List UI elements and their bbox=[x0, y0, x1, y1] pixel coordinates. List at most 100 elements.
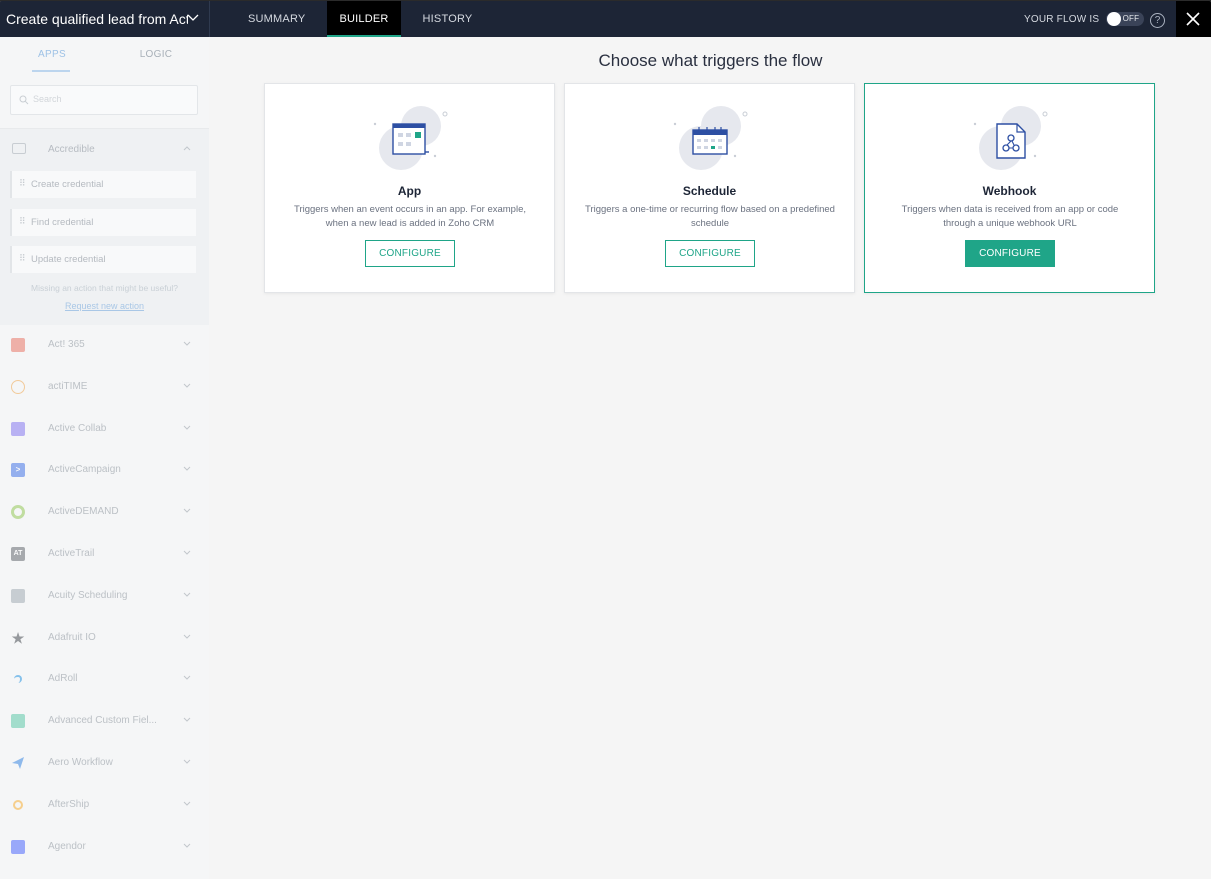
list-item[interactable]: AdRoll bbox=[0, 658, 209, 700]
app-name: Act! 365 bbox=[48, 339, 85, 350]
list-item[interactable]: Act! 365 bbox=[0, 324, 209, 366]
top-bar: Create qualified lead from Act SUMMARY B… bbox=[0, 1, 1211, 37]
list-item[interactable]: ActiveDEMAND bbox=[0, 491, 209, 533]
app-name: Advanced Custom Fiel... bbox=[48, 715, 157, 727]
close-button[interactable] bbox=[1176, 1, 1211, 37]
trigger-card-app[interactable]: App Triggers when an event occurs in an … bbox=[264, 83, 555, 293]
chevron-down-icon bbox=[183, 341, 191, 346]
sidebar: APPS LOGIC Search Accredible ⠿ Create cr… bbox=[0, 37, 209, 879]
card-title: App bbox=[397, 184, 422, 198]
toggle-state: OFF bbox=[1122, 14, 1140, 23]
chevron-down-icon bbox=[183, 508, 191, 513]
trigger-card-schedule[interactable]: Schedule Triggers a one-time or recurrin… bbox=[564, 83, 855, 293]
app-name: ActiveCampaign bbox=[48, 464, 121, 476]
configure-schedule-button[interactable]: CONFIGURE bbox=[665, 240, 755, 267]
request-new-action-link[interactable]: Request new action bbox=[0, 301, 209, 311]
app-name: actiTIME bbox=[48, 380, 88, 392]
app-list: Act! 365 actiTIME Active Collab > Active… bbox=[0, 324, 209, 867]
search-icon bbox=[19, 95, 29, 105]
app-logo-icon bbox=[13, 799, 23, 810]
missing-action-text: Missing an action that might be useful? bbox=[31, 283, 178, 293]
chevron-down-icon bbox=[183, 759, 191, 764]
list-item[interactable]: Advanced Custom Fiel... bbox=[0, 700, 209, 742]
app-logo-icon bbox=[11, 421, 25, 436]
card-title: Schedule bbox=[682, 184, 737, 198]
flow-title: Create qualified lead from Act bbox=[6, 11, 188, 27]
chevron-down-icon bbox=[183, 801, 191, 806]
chevron-up-icon bbox=[183, 146, 191, 151]
search-input[interactable]: Search bbox=[10, 85, 198, 115]
flow-status: YOUR FLOW IS OFF bbox=[1024, 1, 1145, 37]
accredible-logo-icon bbox=[12, 143, 26, 154]
close-icon bbox=[1186, 12, 1200, 26]
configure-webhook-button[interactable]: CONFIGURE bbox=[965, 240, 1055, 267]
configure-app-button[interactable]: CONFIGURE bbox=[365, 240, 455, 267]
action-label: Find credential bbox=[31, 217, 94, 228]
app-header-accredible[interactable]: Accredible bbox=[0, 129, 209, 169]
list-item[interactable]: Agendor bbox=[0, 826, 209, 868]
card-title: Webhook bbox=[982, 184, 1037, 198]
chevron-down-icon bbox=[183, 467, 191, 472]
app-logo-icon bbox=[11, 839, 25, 854]
chevron-down-icon bbox=[183, 425, 191, 430]
list-item[interactable]: > ActiveCampaign bbox=[0, 449, 209, 491]
main-tabs: SUMMARY BUILDER HISTORY bbox=[236, 1, 484, 37]
trigger-card-webhook[interactable]: Webhook Triggers when data is received f… bbox=[864, 83, 1155, 293]
drag-handle-icon[interactable]: ⠿ bbox=[19, 178, 26, 189]
app-window-icon bbox=[373, 106, 448, 170]
card-description: Triggers when data is received from an a… bbox=[901, 204, 1119, 229]
app-name: Adafruit IO bbox=[48, 631, 96, 643]
tab-summary[interactable]: SUMMARY bbox=[236, 1, 317, 37]
card-description: Triggers when an event occurs in an app.… bbox=[294, 204, 526, 229]
app-name: AfterShip bbox=[48, 798, 90, 810]
chevron-down-icon bbox=[183, 550, 191, 555]
app-name: ActiveTrail bbox=[48, 547, 95, 559]
tab-logic[interactable]: LOGIC bbox=[104, 37, 208, 73]
app-name: Aero Workflow bbox=[48, 756, 113, 768]
list-item[interactable]: AT ActiveTrail bbox=[0, 533, 209, 575]
help-icon[interactable]: ? bbox=[1150, 13, 1165, 28]
search-placeholder: Search bbox=[33, 94, 62, 104]
list-item[interactable]: actiTIME bbox=[0, 366, 209, 408]
list-item[interactable]: Active Collab bbox=[0, 408, 209, 450]
app-window: Create qualified lead from Act SUMMARY B… bbox=[0, 1, 1211, 879]
app-logo-icon: > bbox=[11, 463, 25, 478]
tab-apps[interactable]: APPS bbox=[0, 37, 104, 73]
drag-handle-icon[interactable]: ⠿ bbox=[19, 216, 26, 227]
list-item[interactable]: Acuity Scheduling bbox=[0, 575, 209, 617]
paper-plane-icon bbox=[12, 756, 24, 769]
page-title: Choose what triggers the flow bbox=[598, 51, 823, 70]
app-name: ActiveDEMAND bbox=[48, 506, 119, 518]
flow-toggle[interactable]: OFF bbox=[1106, 12, 1145, 26]
app-logo-icon bbox=[11, 505, 25, 520]
app-name: Accredible bbox=[48, 144, 95, 155]
list-item[interactable]: Aero Workflow bbox=[0, 742, 209, 784]
tab-builder[interactable]: BUILDER bbox=[327, 1, 401, 37]
flow-title-dropdown[interactable]: Create qualified lead from Act bbox=[0, 1, 210, 37]
list-item[interactable]: AfterShip bbox=[0, 784, 209, 826]
action-label: Update credential bbox=[31, 254, 106, 265]
webhook-icon bbox=[973, 106, 1048, 170]
flow-status-label: YOUR FLOW IS bbox=[1024, 13, 1100, 25]
chevron-down-icon bbox=[183, 592, 191, 597]
app-logo-icon bbox=[11, 379, 25, 394]
expanded-app-section: Accredible ⠿ Create credential ⠿ Find cr… bbox=[0, 128, 209, 325]
card-description: Triggers a one-time or recurring flow ba… bbox=[585, 204, 835, 229]
tab-history[interactable]: HISTORY bbox=[411, 1, 485, 37]
chevron-down-icon bbox=[183, 383, 191, 388]
app-name: AdRoll bbox=[48, 673, 78, 685]
chevron-down-icon bbox=[183, 676, 191, 681]
action-update-credential[interactable]: ⠿ Update credential bbox=[10, 246, 196, 273]
calendar-icon bbox=[673, 106, 748, 170]
app-name: Acuity Scheduling bbox=[48, 589, 128, 601]
chevron-down-icon bbox=[183, 843, 191, 848]
drag-handle-icon[interactable]: ⠿ bbox=[19, 253, 26, 264]
app-logo-icon bbox=[11, 588, 25, 603]
toggle-knob bbox=[1107, 12, 1122, 26]
list-item[interactable]: ★ Adafruit IO bbox=[0, 617, 209, 659]
chevron-down-icon bbox=[183, 717, 191, 722]
app-name: Active Collab bbox=[48, 422, 107, 434]
action-find-credential[interactable]: ⠿ Find credential bbox=[10, 209, 196, 236]
action-create-credential[interactable]: ⠿ Create credential bbox=[10, 171, 196, 198]
app-logo-icon bbox=[11, 714, 25, 729]
